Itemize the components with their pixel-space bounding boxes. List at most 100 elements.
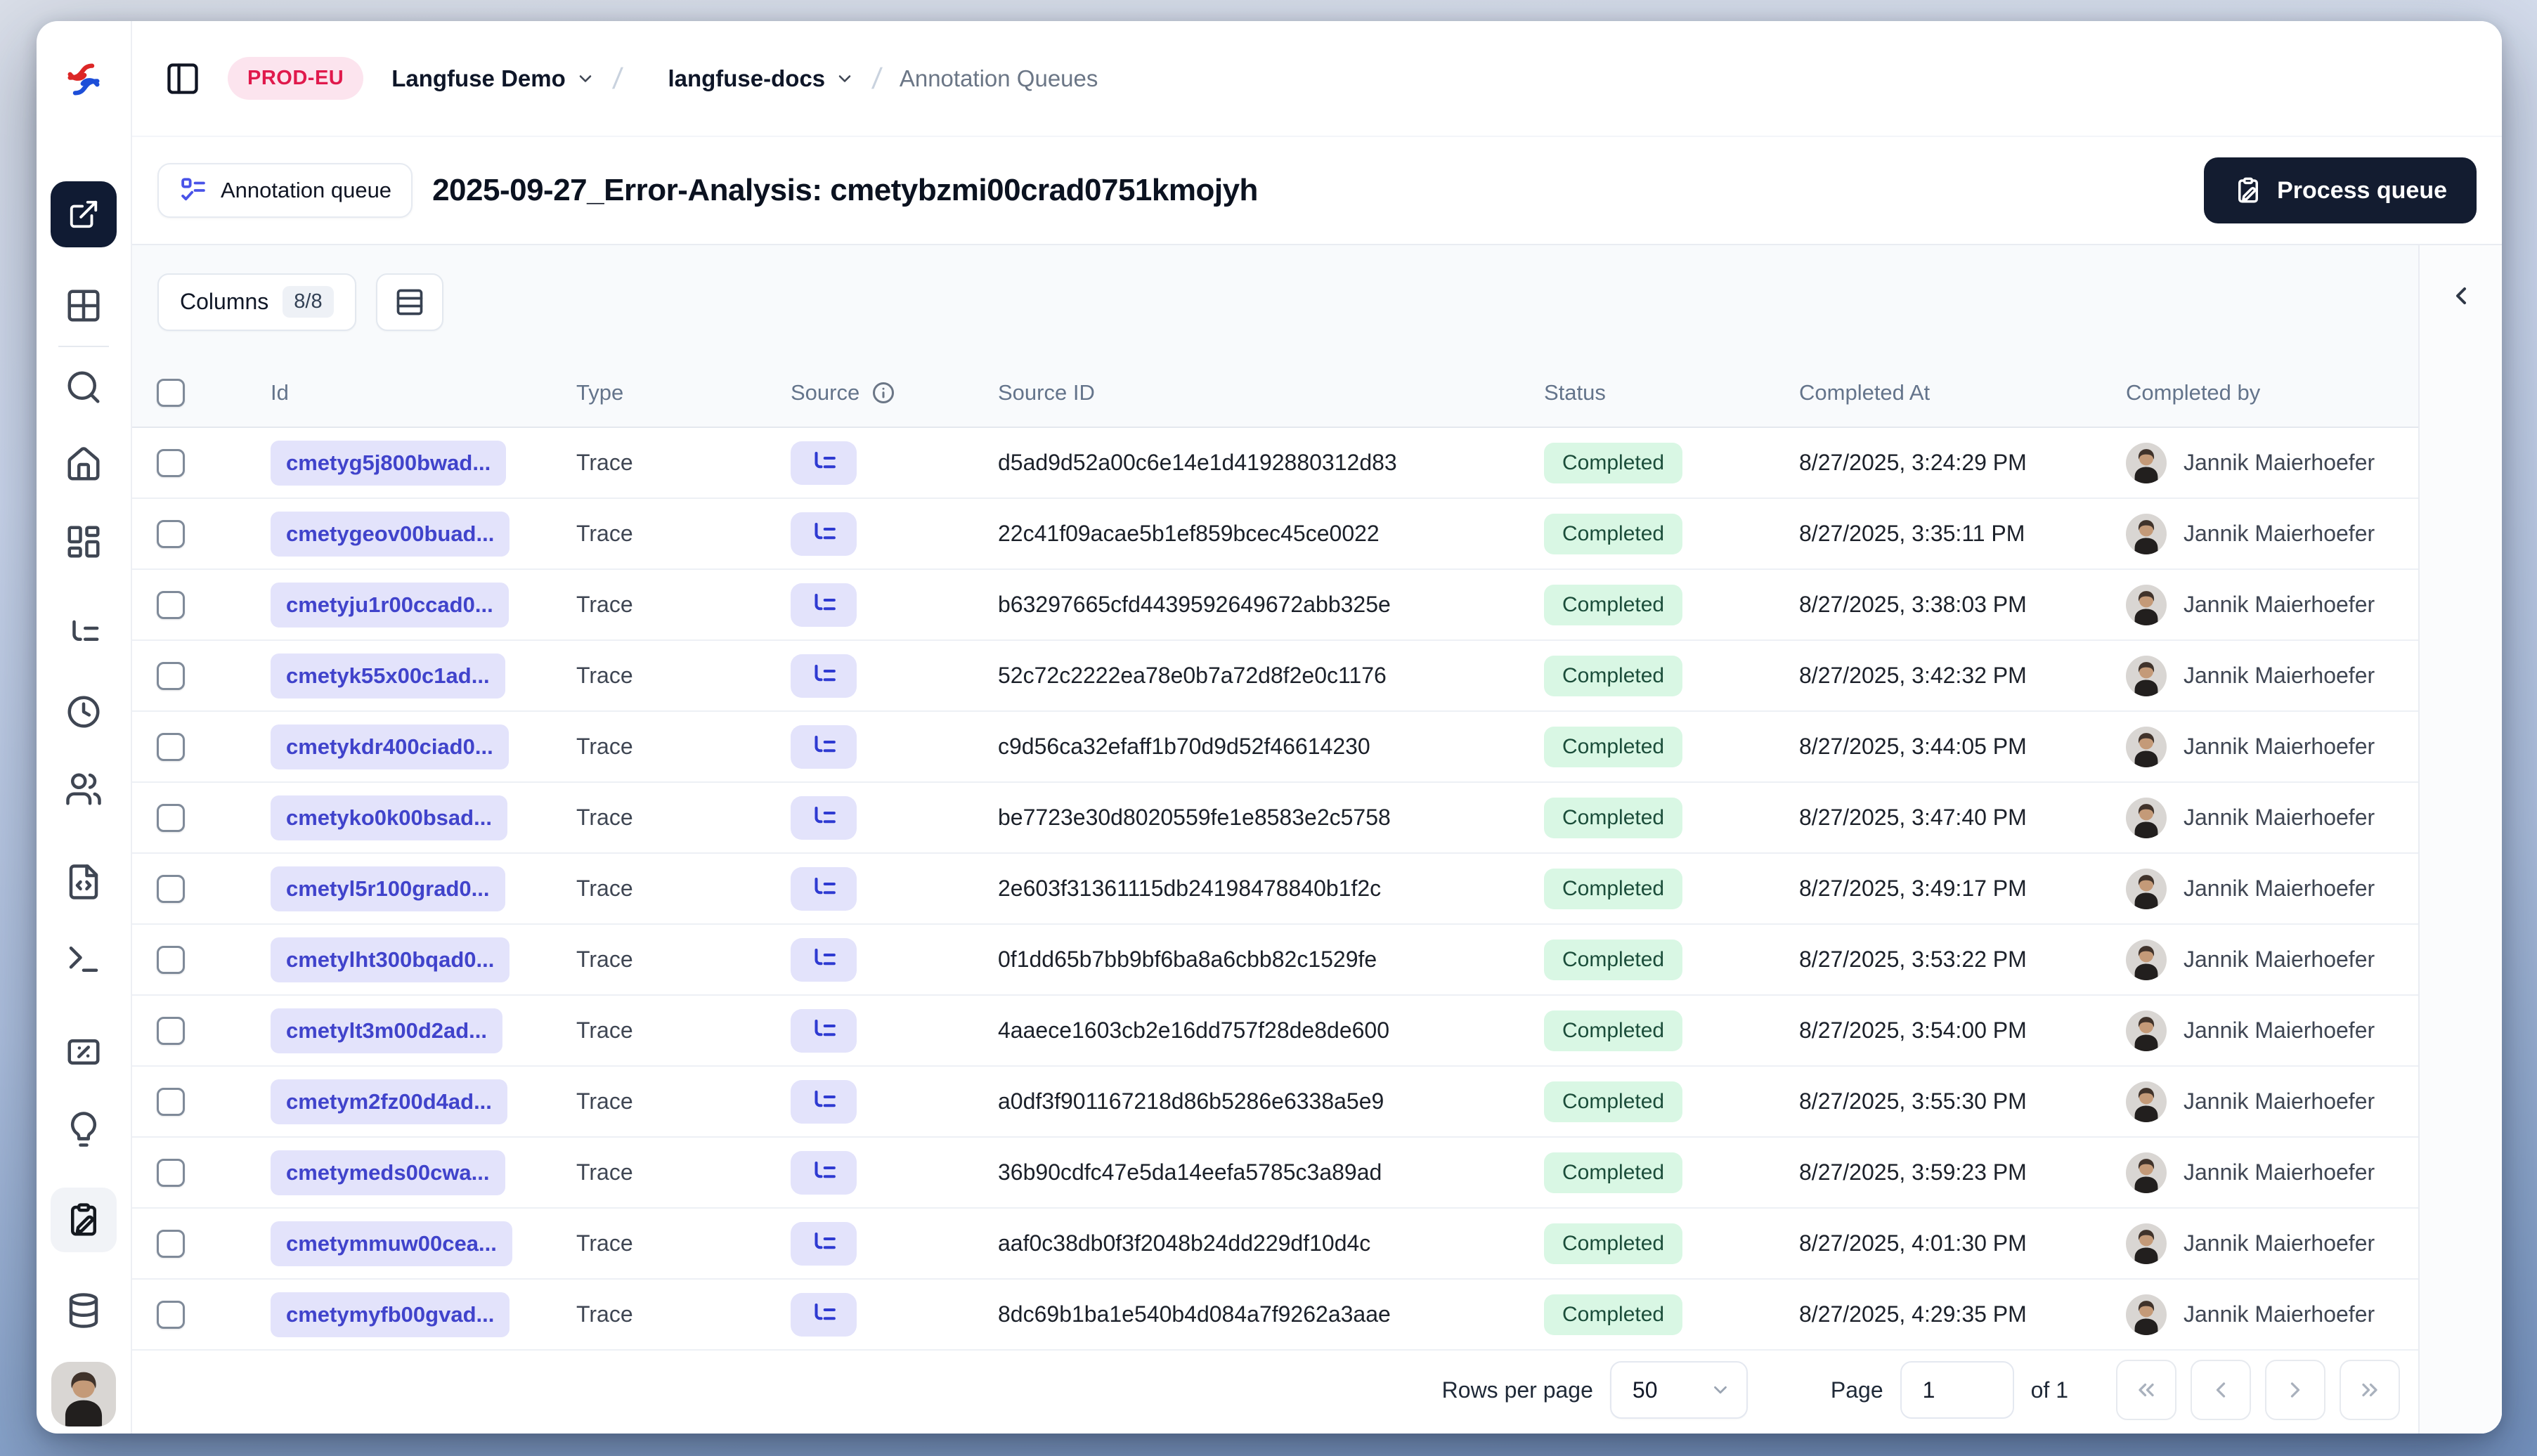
completed-by-name: Jannik Maierhoefer — [2184, 450, 2375, 475]
clipboard-pen-icon — [71, 1203, 96, 1236]
list-tree-icon — [815, 593, 836, 610]
sidebar-toggle-icon[interactable] — [163, 59, 202, 98]
row-id-link[interactable]: cmetyl5r100grad0... — [271, 866, 505, 911]
list-todo-icon — [181, 178, 205, 201]
row-id-link[interactable]: cmetym2fz00d4ad... — [271, 1079, 507, 1124]
sidebar-item-users[interactable] — [51, 770, 117, 808]
sidebar-item-percent-card[interactable] — [51, 1033, 117, 1071]
table-grid-icon — [67, 290, 100, 322]
row-checkbox[interactable] — [157, 1016, 185, 1045]
breadcrumb-org[interactable]: Langfuse Demo — [391, 65, 595, 92]
process-queue-button[interactable]: Process queue — [2204, 157, 2477, 223]
row-checkbox[interactable] — [157, 945, 185, 974]
sidebar-item-lightbulb[interactable] — [51, 1110, 117, 1148]
row-id-link[interactable]: cmetyko0k00bsad... — [271, 795, 507, 840]
row-source-link[interactable] — [791, 654, 857, 698]
chevron-right-icon — [2290, 1382, 2300, 1398]
sidebar-item-table-grid[interactable] — [51, 287, 117, 325]
sidebar-item-search[interactable] — [51, 368, 117, 406]
column-header-source[interactable]: Source — [791, 380, 998, 405]
row-source-id: 4aaece1603cb2e16dd757f28de8de600 — [998, 1018, 1389, 1043]
row-id-link[interactable]: cmetymeds00cwa... — [271, 1150, 505, 1195]
row-source-link[interactable] — [791, 1150, 857, 1195]
page-number-input[interactable] — [1900, 1361, 2014, 1419]
table-row: cmetymeds00cwa... Trace 36b90cdfc47e5da14e… — [132, 1138, 2418, 1209]
row-id-link[interactable]: cmetylt3m00d2ad... — [271, 1008, 503, 1053]
row-source-link[interactable] — [791, 441, 857, 485]
sidebar-item-list-tree[interactable] — [51, 616, 117, 654]
status-badge: Completed — [1544, 513, 1683, 554]
row-checkbox[interactable] — [157, 661, 185, 690]
table-row: cmetymyfb00gvad... Trace 8dc69b1ba1e540b4d… — [132, 1280, 2418, 1351]
rows-per-page-select[interactable]: 50 — [1609, 1361, 1748, 1419]
chevron-down-icon — [835, 69, 855, 89]
right-panel-strip — [2418, 245, 2502, 1434]
row-checkbox[interactable] — [157, 1300, 185, 1329]
column-header-type[interactable]: Type — [576, 380, 791, 405]
completed-by-avatar — [2126, 868, 2167, 909]
row-source-link[interactable] — [791, 512, 857, 556]
column-header-completed-at[interactable]: Completed At — [1799, 380, 2126, 405]
completed-by-name: Jannik Maierhoefer — [2184, 1159, 2375, 1185]
row-source-link[interactable] — [791, 583, 857, 627]
row-checkbox[interactable] — [157, 590, 185, 619]
row-source-link[interactable] — [791, 1221, 857, 1266]
panel-collapse-button[interactable] — [2439, 273, 2484, 318]
columns-button[interactable]: Columns 8/8 — [157, 273, 356, 331]
row-checkbox[interactable] — [157, 448, 185, 477]
column-header-status[interactable]: Status — [1544, 380, 1799, 405]
home-icon — [67, 447, 100, 481]
breadcrumb-project[interactable]: langfuse-docs — [668, 65, 855, 92]
row-completed-at: 8/27/2025, 3:47:40 PM — [1799, 805, 2027, 830]
rows-per-page-label: Rows per page — [1441, 1377, 1593, 1403]
row-checkbox[interactable] — [157, 732, 185, 761]
sidebar-item-home[interactable] — [51, 446, 117, 483]
first-page-button[interactable] — [2116, 1360, 2176, 1420]
row-id-link[interactable]: cmetykdr400ciad0... — [271, 724, 509, 769]
row-type: Trace — [576, 1159, 633, 1185]
sidebar-item-terminal[interactable] — [51, 940, 117, 978]
user-avatar[interactable] — [51, 1362, 116, 1426]
sidebar-item-clock[interactable] — [51, 693, 117, 731]
column-header-source-id[interactable]: Source ID — [998, 380, 1544, 405]
previous-page-button[interactable] — [2191, 1360, 2251, 1420]
row-id-link[interactable]: cmetymmuw00cea... — [271, 1221, 512, 1266]
sidebar-item-external-link[interactable] — [51, 181, 117, 247]
row-checkbox[interactable] — [157, 1158, 185, 1187]
select-all-checkbox[interactable] — [157, 378, 185, 407]
table-row: cmetygeov00buad... Trace 22c41f09acae5b1ef… — [132, 499, 2418, 570]
last-page-button[interactable] — [2340, 1360, 2400, 1420]
row-source-link[interactable] — [791, 795, 857, 840]
row-id-link[interactable]: cmetygeov00buad... — [271, 511, 510, 557]
row-checkbox[interactable] — [157, 1229, 185, 1258]
langfuse-logo[interactable] — [37, 21, 131, 137]
row-source-link[interactable] — [791, 937, 857, 982]
row-source-link[interactable] — [791, 866, 857, 911]
table-row: cmetyg5j800bwad... Trace d5ad9d52a00c6e14e… — [132, 428, 2418, 499]
row-id-link[interactable]: cmetymyfb00gvad... — [271, 1292, 510, 1337]
sidebar-item-dashboard[interactable] — [51, 523, 117, 561]
row-type: Trace — [576, 1018, 633, 1043]
column-header-id[interactable]: Id — [271, 380, 576, 405]
row-source-link[interactable] — [791, 1292, 857, 1337]
row-checkbox[interactable] — [157, 803, 185, 832]
row-id-link[interactable]: cmetyg5j800bwad... — [271, 440, 507, 486]
row-checkbox[interactable] — [157, 519, 185, 548]
column-header-completed-by[interactable]: Completed by — [2126, 380, 2418, 405]
row-source-link[interactable] — [791, 1008, 857, 1053]
row-id-link[interactable]: cmetylht300bqad0... — [271, 937, 510, 982]
list-tree-icon — [815, 664, 836, 681]
row-source-link[interactable] — [791, 724, 857, 769]
sidebar-item-file-code[interactable] — [51, 863, 117, 901]
sidebar-item-database[interactable] — [51, 1292, 117, 1330]
row-checkbox[interactable] — [157, 1087, 185, 1116]
row-id-link[interactable]: cmetyk55x00c1ad... — [271, 653, 505, 698]
row-checkbox[interactable] — [157, 874, 185, 903]
row-height-button[interactable] — [375, 273, 443, 331]
table-row: cmetylht300bqad0... Trace 0f1dd65b7bb9bf6b… — [132, 925, 2418, 996]
row-id-link[interactable]: cmetyju1r00ccad0... — [271, 582, 509, 628]
row-source-link[interactable] — [791, 1079, 857, 1124]
table-header: Id Type Source Source ID Status Complete… — [132, 358, 2418, 428]
sidebar-item-clipboard-pen[interactable] — [51, 1188, 117, 1252]
next-page-button[interactable] — [2265, 1360, 2325, 1420]
